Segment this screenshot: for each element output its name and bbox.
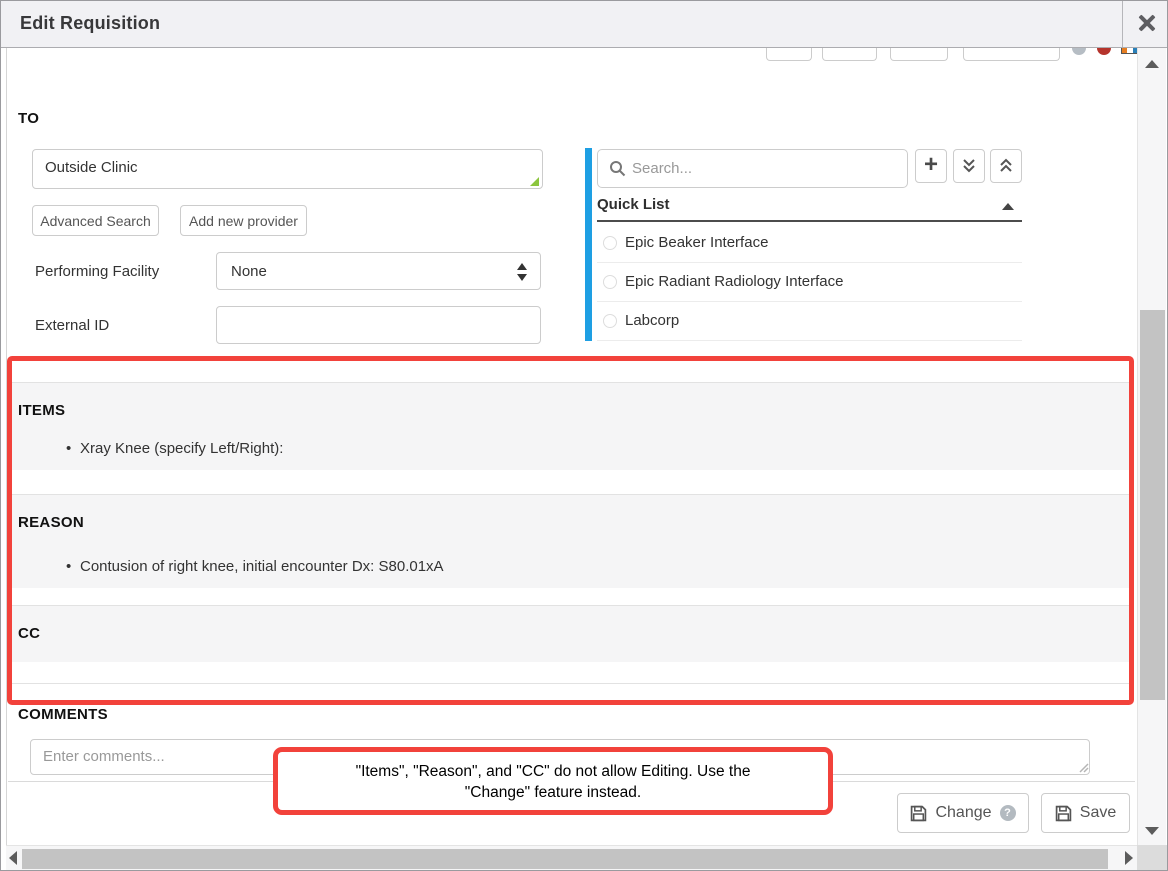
- expand-all-button[interactable]: [953, 149, 985, 183]
- quick-list-item[interactable]: Epic Beaker Interface: [597, 224, 1022, 263]
- partial-toolbar-button-3[interactable]: [890, 48, 948, 61]
- save-button-label: Save: [1080, 804, 1116, 822]
- advanced-search-button[interactable]: Advanced Search: [32, 205, 159, 236]
- quick-list-item-label: Epic Beaker Interface: [625, 234, 768, 251]
- change-button[interactable]: Change ?: [897, 793, 1029, 833]
- quick-list-item-label: Epic Radiant Radiology Interface: [625, 273, 843, 290]
- annotation-line-1: "Items", "Reason", and "CC" do not allow…: [278, 761, 828, 782]
- scroll-up-icon[interactable]: [1145, 60, 1159, 68]
- provider-search-box: [597, 149, 908, 188]
- reason-entry: Contusion of right knee, initial encount…: [80, 558, 444, 575]
- close-icon: [1137, 14, 1155, 32]
- radio-icon[interactable]: [603, 275, 617, 289]
- vertical-scrollbar[interactable]: [1137, 48, 1166, 845]
- performing-facility-label: Performing Facility: [35, 263, 159, 280]
- quick-list-item[interactable]: Labcorp: [597, 302, 1022, 341]
- modal-title: Edit Requisition: [20, 13, 160, 34]
- help-icon[interactable]: ?: [1000, 805, 1016, 821]
- annotation-callout: "Items", "Reason", and "CC" do not allow…: [273, 747, 833, 815]
- annotation-line-2: "Change" feature instead.: [278, 782, 828, 803]
- recipient-textarea[interactable]: Outside Clinic: [32, 149, 543, 189]
- external-id-label: External ID: [35, 317, 109, 334]
- partial-toolbar-button-2[interactable]: [822, 48, 877, 61]
- partial-red-icon: [1097, 48, 1111, 55]
- external-id-input[interactable]: [216, 306, 541, 344]
- horizontal-scrollbar-thumb[interactable]: [22, 849, 1108, 869]
- provider-search-input[interactable]: [632, 151, 902, 186]
- radio-icon[interactable]: [603, 314, 617, 328]
- performing-facility-value: None: [231, 263, 267, 280]
- reason-section: REASON Contusion of right knee, initial …: [11, 494, 1130, 588]
- resize-handle-icon[interactable]: [1078, 762, 1089, 773]
- chevron-double-down-icon: [962, 158, 976, 174]
- quick-list-header[interactable]: Quick List: [597, 194, 1022, 222]
- content-left-border: [6, 48, 7, 845]
- scroll-down-icon[interactable]: [1145, 827, 1159, 835]
- vertical-scrollbar-thumb[interactable]: [1140, 310, 1165, 700]
- quick-list-item-label: Labcorp: [625, 312, 679, 329]
- partial-toolbar-button-4[interactable]: [963, 48, 1060, 61]
- add-provider-button[interactable]: +: [915, 149, 947, 183]
- items-entry: Xray Knee (specify Left/Right):: [80, 440, 283, 457]
- resize-handle-icon[interactable]: [530, 177, 539, 186]
- items-section: ITEMS Xray Knee (specify Left/Right):: [11, 382, 1130, 470]
- to-section-label: TO: [18, 110, 39, 127]
- scroll-right-icon[interactable]: [1125, 851, 1133, 865]
- cc-section-label: CC: [18, 625, 40, 642]
- select-arrows-icon: [517, 262, 527, 282]
- collapse-all-button[interactable]: [990, 149, 1022, 183]
- performing-facility-select[interactable]: None: [216, 252, 541, 290]
- quick-list-title: Quick List: [597, 196, 670, 213]
- quick-list-accent-bar: [585, 148, 592, 341]
- quick-list-item[interactable]: Epic Radiant Radiology Interface: [597, 263, 1022, 302]
- chevron-double-up-icon: [999, 158, 1013, 174]
- save-button[interactable]: Save: [1041, 793, 1130, 833]
- comments-label: COMMENTS: [18, 706, 108, 723]
- partial-toolbar-button-1[interactable]: [766, 48, 812, 61]
- scrollbar-corner: [1137, 845, 1168, 871]
- items-section-label: ITEMS: [18, 402, 65, 419]
- save-icon: [910, 805, 927, 822]
- close-button[interactable]: [1122, 0, 1168, 47]
- modal-header: Edit Requisition: [0, 0, 1168, 48]
- add-new-provider-button[interactable]: Add new provider: [180, 205, 307, 236]
- horizontal-scrollbar[interactable]: [6, 845, 1137, 871]
- radio-icon[interactable]: [603, 236, 617, 250]
- comments-divider: [11, 683, 1130, 684]
- caret-up-icon: [1002, 203, 1014, 210]
- partial-gray-icon: [1072, 48, 1086, 55]
- search-icon: [609, 160, 626, 177]
- save-icon: [1055, 805, 1072, 822]
- change-button-label: Change: [935, 804, 991, 822]
- scroll-left-icon[interactable]: [9, 851, 17, 865]
- reason-section-label: REASON: [18, 514, 84, 531]
- cc-section: CC: [11, 605, 1130, 662]
